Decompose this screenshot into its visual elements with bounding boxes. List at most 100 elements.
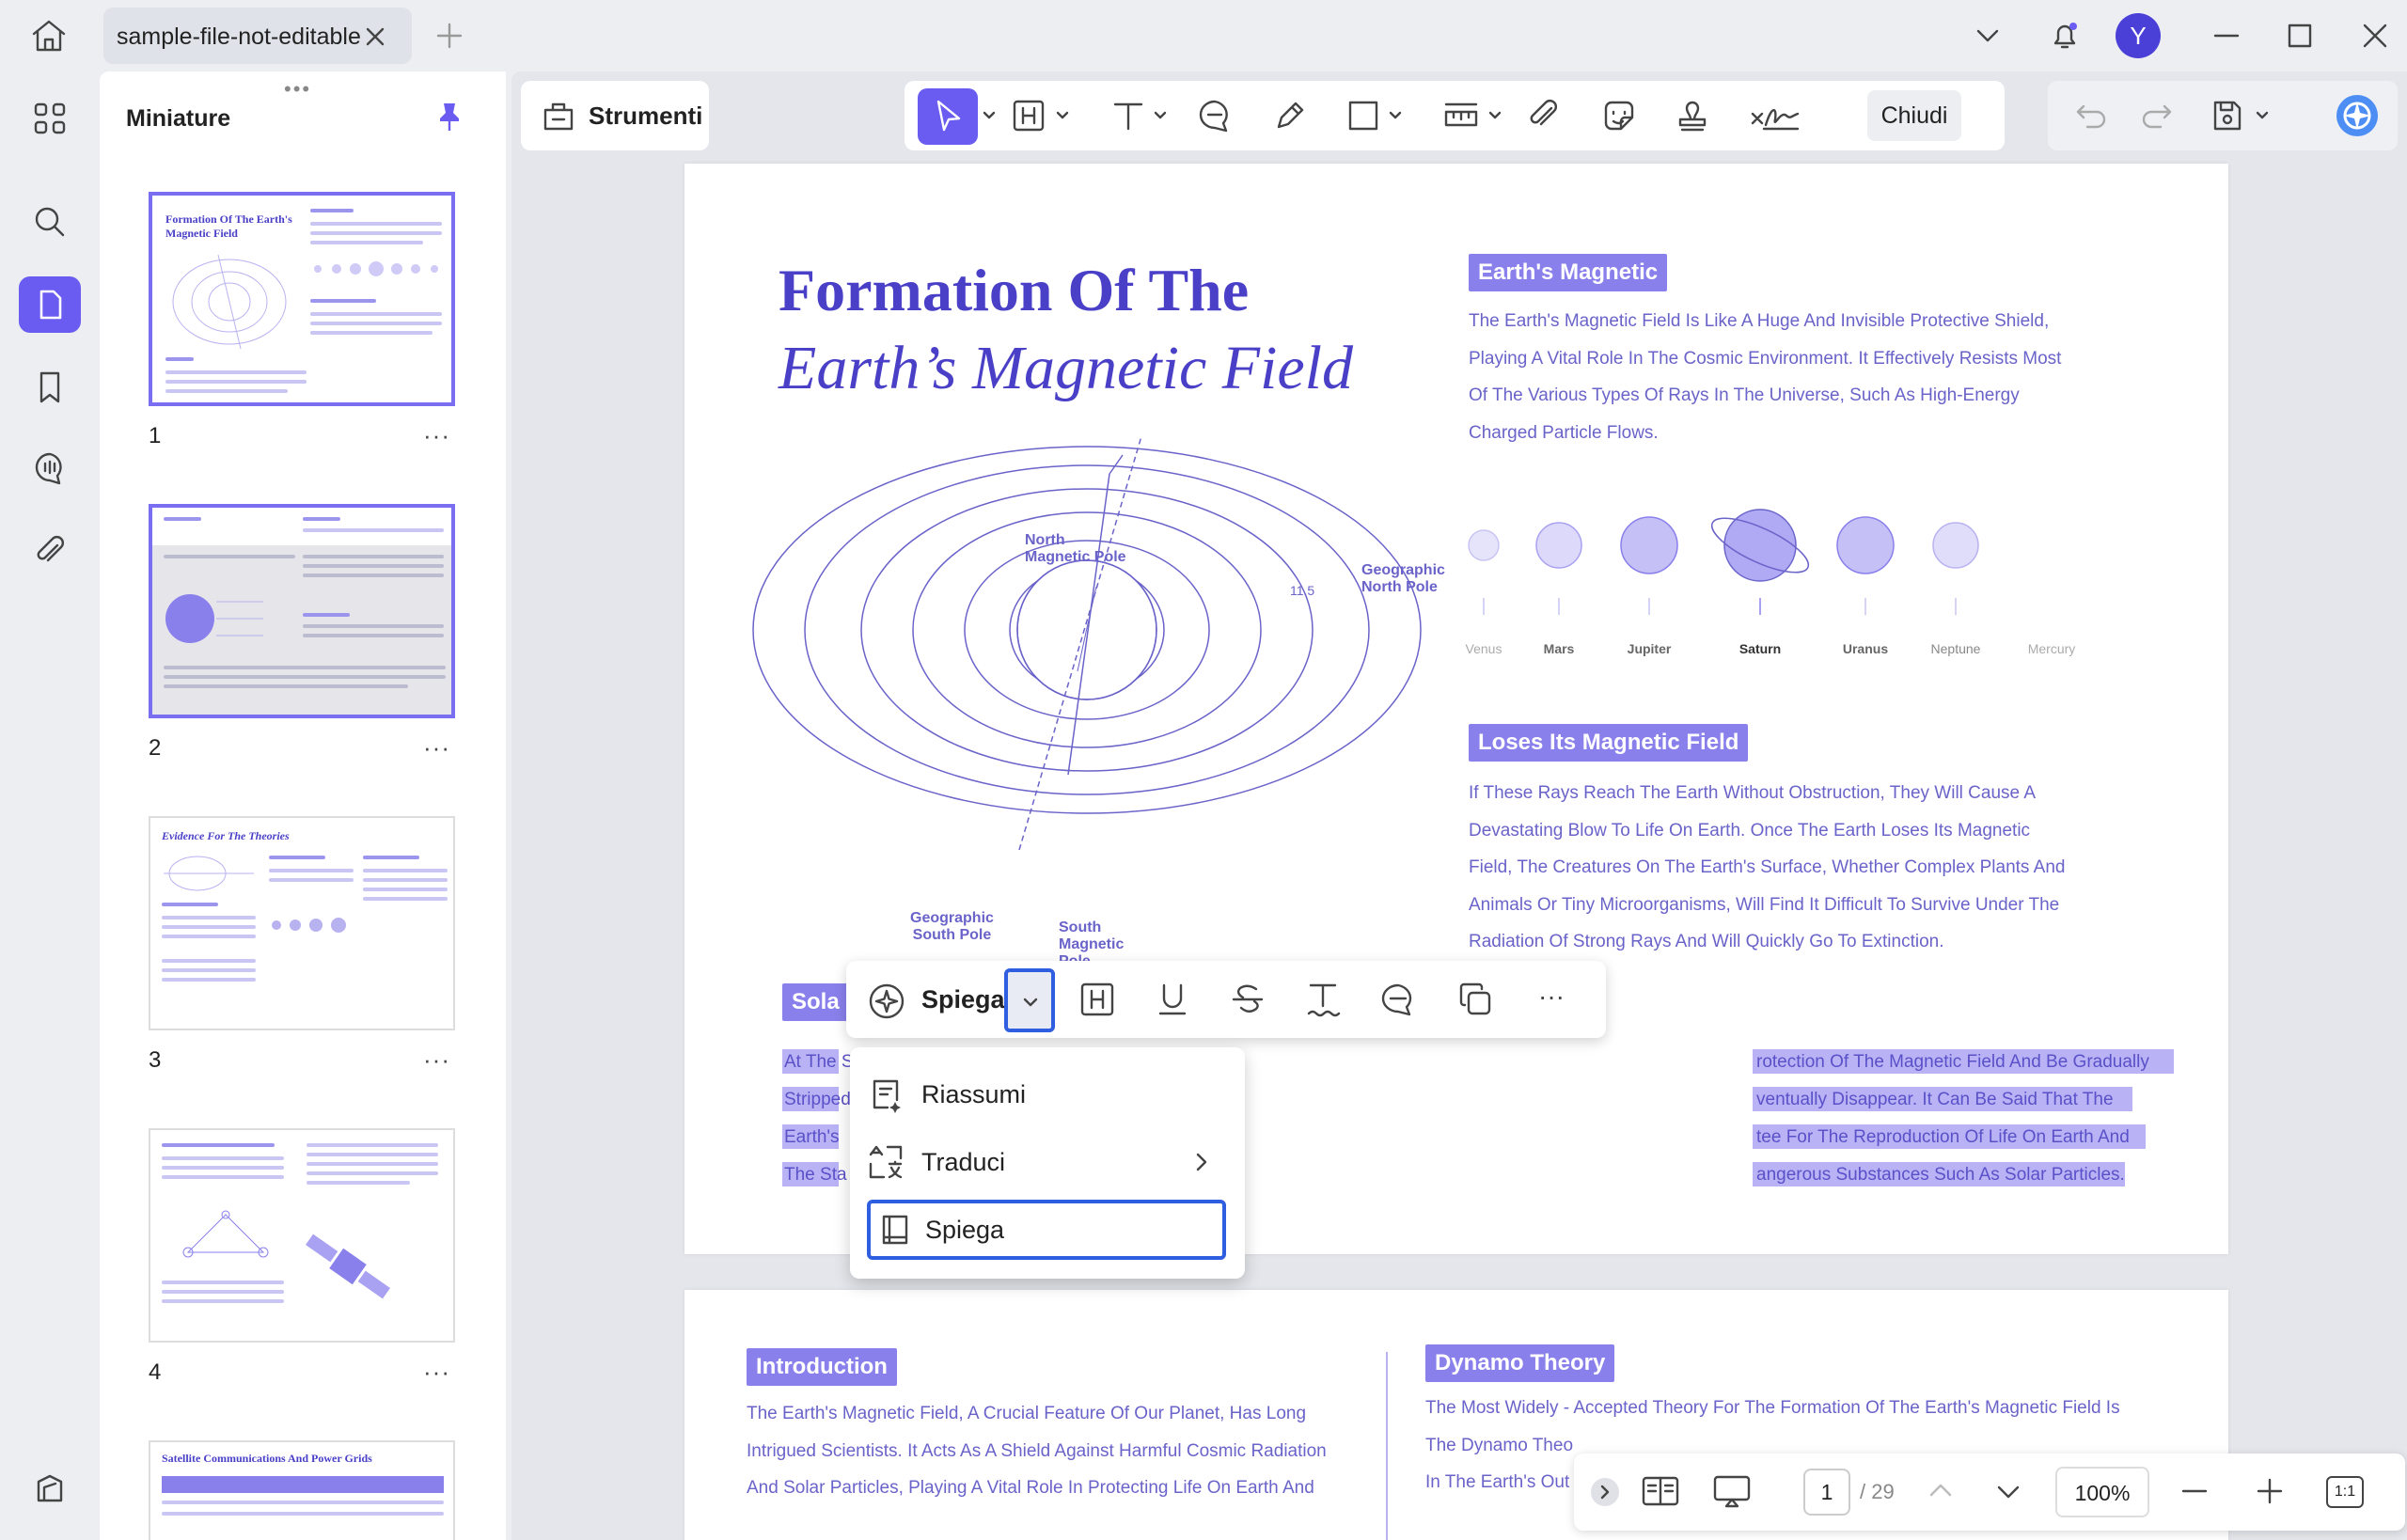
chevron-down-icon[interactable]: [2255, 109, 2270, 122]
selected-text-fragment[interactable]: Stripped: [784, 1090, 851, 1110]
page-thumbnail-4[interactable]: [149, 1128, 455, 1343]
document-workspace: Strumenti Chiudi Formation Of The Earth’…: [511, 71, 2407, 1540]
heading-tool-icon[interactable]: [1078, 980, 1117, 1019]
stamp-icon[interactable]: [1674, 97, 1711, 134]
menu-item-riassumi[interactable]: Riassumi: [867, 1064, 1226, 1124]
menu-item-spiega[interactable]: Spiega: [867, 1200, 1226, 1260]
avatar[interactable]: Y: [2116, 13, 2161, 58]
sticker-icon[interactable]: [1600, 97, 1638, 134]
redo-icon[interactable]: [2138, 97, 2176, 134]
attachment-icon[interactable]: [1525, 97, 1563, 134]
planet-label: Neptune: [1930, 641, 1981, 656]
minimize-icon[interactable]: [2208, 17, 2245, 55]
actual-size-button[interactable]: 1:1: [2326, 1476, 2364, 1508]
presentation-icon[interactable]: [1711, 1472, 1753, 1510]
text-tool-icon[interactable]: [1109, 97, 1147, 134]
selected-text-fragment[interactable]: The Sta: [784, 1165, 847, 1186]
angle-label: 11.5: [1290, 583, 1315, 598]
page-navigation-bar: 1 / 29 100% 1:1: [1574, 1454, 2405, 1531]
heading-tool-icon[interactable]: [1010, 97, 1047, 134]
underline-icon[interactable]: [1153, 980, 1192, 1019]
selected-text-fragment[interactable]: angerous Substances Such As Solar Partic…: [1756, 1165, 2125, 1186]
ai-assistant-icon[interactable]: [2336, 94, 2379, 137]
selected-text-fragment[interactable]: Earth's: [784, 1127, 840, 1148]
page-thumbnail-3[interactable]: Evidence For The Theories: [149, 816, 455, 1030]
page-thumbnail-5[interactable]: Satellite Communications And Power Grids: [149, 1440, 455, 1540]
bell-icon[interactable]: [2046, 17, 2084, 55]
chevron-down-icon[interactable]: [1487, 109, 1502, 122]
search-icon[interactable]: [19, 194, 81, 250]
close-tools-button[interactable]: Chiudi: [1867, 90, 1961, 141]
thumbnail-title: Formation Of The Earth's Magnetic Field: [165, 212, 292, 240]
close-tab-icon[interactable]: [363, 24, 387, 49]
collapse-nav-button[interactable]: [1591, 1478, 1619, 1506]
thumbnail-more-button[interactable]: ···: [423, 733, 450, 762]
selected-text-fragment[interactable]: rotection Of The Magnetic Field And Be G…: [1756, 1052, 2149, 1073]
thumbnail-more-button[interactable]: ···: [423, 1045, 450, 1075]
summarize-icon: [873, 1079, 901, 1113]
chevron-down-icon[interactable]: [1153, 109, 1168, 122]
grid-icon[interactable]: [19, 90, 81, 147]
thumbnail-title: Evidence For The Theories: [162, 829, 290, 842]
ai-explain-icon[interactable]: [865, 980, 908, 1023]
chevron-down-icon[interactable]: [1055, 109, 1070, 122]
thumbnail-more-button[interactable]: ···: [423, 1358, 450, 1387]
document-tab-title: sample-file-not-editable: [117, 24, 361, 50]
translate-icon: [869, 1145, 903, 1179]
pen-tool-icon[interactable]: [1271, 97, 1309, 134]
chevron-down-icon[interactable]: [982, 109, 997, 122]
tools-button[interactable]: Strumenti: [521, 81, 709, 150]
zoom-in-icon[interactable]: [2251, 1472, 2289, 1510]
chevron-up-icon[interactable]: [1922, 1472, 1959, 1510]
page-layout-icon[interactable]: [1640, 1472, 1681, 1510]
thumbnails-panel: ••• Miniature Formation Of The Earth's M…: [100, 71, 506, 1540]
text-squiggly-icon[interactable]: [1303, 980, 1343, 1019]
annotation-toolbar: Chiudi: [905, 81, 2005, 150]
shape-tool-icon[interactable]: [1345, 97, 1382, 134]
ai-action-menu: Riassumi Traduci Spiega: [850, 1047, 1245, 1279]
document-tab[interactable]: sample-file-not-editable: [103, 8, 412, 64]
zoom-out-icon[interactable]: [2176, 1472, 2213, 1510]
maximize-icon[interactable]: [2281, 17, 2319, 55]
chevron-down-icon[interactable]: [1990, 1472, 2027, 1510]
panel-drag-handle[interactable]: •••: [284, 77, 311, 102]
planet-label: Uranus: [1842, 641, 1889, 656]
save-icon[interactable]: [2208, 97, 2245, 134]
comment-tool-icon[interactable]: [1196, 97, 1234, 134]
page-number-input[interactable]: 1: [1803, 1469, 1850, 1516]
strikethrough-icon[interactable]: [1228, 980, 1267, 1019]
ai-action-dropdown[interactable]: [1004, 968, 1055, 1032]
chevron-down-icon[interactable]: [1969, 17, 2006, 55]
chevron-down-icon[interactable]: [1388, 109, 1403, 122]
layers-icon[interactable]: [19, 1461, 81, 1517]
new-tab-icon[interactable]: [434, 21, 464, 51]
close-window-icon[interactable]: [2356, 17, 2394, 55]
pages-icon[interactable]: [19, 276, 81, 333]
planet-label: Mars: [1543, 641, 1575, 656]
ai-action-label[interactable]: Spiega: [921, 985, 1005, 1014]
page-thumbnail-2[interactable]: [149, 504, 455, 718]
bookmark-icon[interactable]: [19, 359, 81, 416]
zoom-level[interactable]: 100%: [2055, 1467, 2149, 1517]
undo-icon[interactable]: [2072, 97, 2110, 134]
planet-label: Mercury: [2027, 641, 2076, 656]
page-thumbnail-1[interactable]: Formation Of The Earth's Magnetic Field: [149, 192, 455, 406]
measure-tool-icon[interactable]: [1442, 97, 1480, 134]
selected-text-fragment[interactable]: At The S: [784, 1052, 854, 1073]
thumbnail-more-button[interactable]: ···: [423, 421, 450, 450]
signature-icon[interactable]: [1749, 97, 1801, 134]
comments-icon[interactable]: [19, 440, 81, 496]
thumbnail-number: 3: [149, 1047, 162, 1073]
book-icon: [882, 1215, 908, 1245]
selected-text-fragment[interactable]: tee For The Reproduction Of Life On Eart…: [1756, 1127, 2130, 1148]
comment-tool-icon[interactable]: [1378, 980, 1418, 1019]
pin-icon[interactable]: [431, 98, 468, 135]
select-tool-button[interactable]: [918, 88, 978, 145]
history-toolbar: [2048, 81, 2398, 150]
home-icon[interactable]: [26, 17, 71, 55]
attachment-icon[interactable]: [19, 523, 81, 579]
more-options-button[interactable]: ···: [1538, 982, 1565, 1012]
copy-icon[interactable]: [1455, 980, 1495, 1019]
selected-text-fragment[interactable]: ventually Disappear. It Can Be Said That…: [1756, 1090, 2114, 1110]
menu-item-traduci[interactable]: Traduci: [867, 1132, 1226, 1192]
